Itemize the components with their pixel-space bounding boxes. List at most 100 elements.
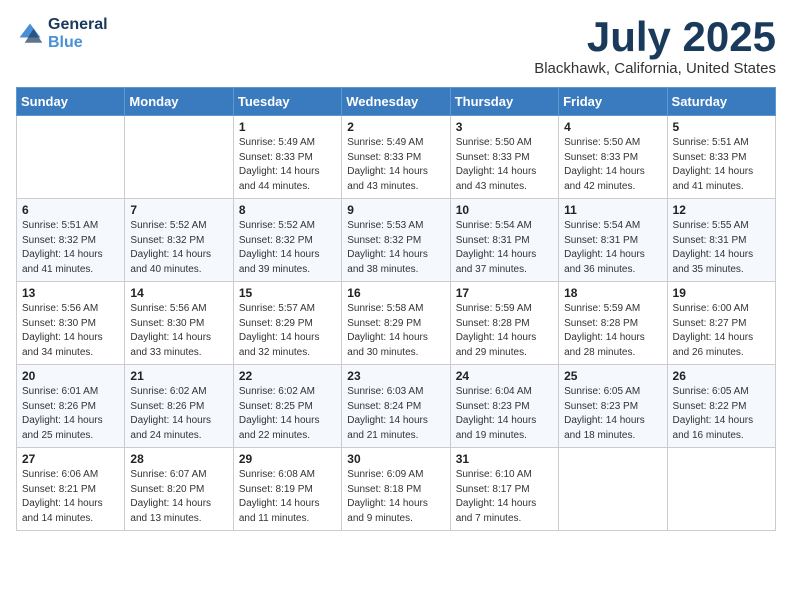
calendar-cell: 31 Sunrise: 6:10 AM Sunset: 8:17 PM Dayli… bbox=[450, 448, 558, 531]
day-info: Sunrise: 6:05 AM Sunset: 8:23 PM Dayligh… bbox=[564, 385, 661, 443]
title-block: July 2025 Blackhawk, California, United … bbox=[534, 16, 776, 77]
logo-text: General Blue bbox=[48, 16, 108, 52]
day-number: 15 bbox=[239, 286, 336, 300]
weekday-header-sunday: Sunday bbox=[17, 88, 125, 116]
calendar-cell: 28Sunrise: 6:07 AM Sunset: 8:20 PM Dayli… bbox=[125, 448, 233, 531]
day-info: Sunrise: 6:03 AM Sunset: 8:24 PM Dayligh… bbox=[347, 385, 444, 443]
calendar-cell: 29 Sunrise: 6:08 AM Sunset: 8:19 PM Dayli… bbox=[233, 448, 341, 531]
day-info: Sunrise: 5:50 AM Sunset: 8:33 PM Dayligh… bbox=[564, 136, 661, 194]
weekday-header-row: SundayMondayTuesdayWednesdayThursdayFrid… bbox=[17, 88, 776, 116]
weekday-header-saturday: Saturday bbox=[667, 88, 775, 116]
calendar-cell: 17Sunrise: 5:59 AM Sunset: 8:28 PM Dayli… bbox=[450, 282, 558, 365]
day-number: 13 bbox=[22, 286, 119, 300]
month-title: July 2025 bbox=[534, 16, 776, 58]
day-number: 27 bbox=[22, 452, 119, 466]
calendar-cell: 1Sunrise: 5:49 AM Sunset: 8:33 PM Daylig… bbox=[233, 116, 341, 199]
calendar-cell: 14 Sunrise: 5:56 AM Sunset: 8:30 PM Dayli… bbox=[125, 282, 233, 365]
day-info: Sunrise: 6:02 AM Sunset: 8:26 PM Dayligh… bbox=[130, 385, 227, 443]
day-number: 7 bbox=[130, 203, 227, 217]
day-info: Sunrise: 5:56 AM Sunset: 8:30 PM Dayligh… bbox=[130, 302, 227, 360]
calendar: SundayMondayTuesdayWednesdayThursdayFrid… bbox=[16, 87, 776, 531]
day-info: Sunrise: 6:01 AM Sunset: 8:26 PM Dayligh… bbox=[22, 385, 119, 443]
day-number: 4 bbox=[564, 120, 661, 134]
day-number: 21 bbox=[130, 369, 227, 383]
day-info: Sunrise: 5:51 AM Sunset: 8:32 PM Dayligh… bbox=[22, 219, 119, 277]
day-number: 8 bbox=[239, 203, 336, 217]
calendar-cell: 26 Sunrise: 6:05 AM Sunset: 8:22 PM Dayli… bbox=[667, 365, 775, 448]
calendar-cell: 20 Sunrise: 6:01 AM Sunset: 8:26 PM Dayli… bbox=[17, 365, 125, 448]
calendar-cell: 16 Sunrise: 5:58 AM Sunset: 8:29 PM Dayli… bbox=[342, 282, 450, 365]
calendar-cell: 4 Sunrise: 5:50 AM Sunset: 8:33 PM Daylig… bbox=[559, 116, 667, 199]
day-info: Sunrise: 5:54 AM Sunset: 8:31 PM Dayligh… bbox=[564, 219, 661, 277]
calendar-cell bbox=[559, 448, 667, 531]
day-info: Sunrise: 6:08 AM Sunset: 8:19 PM Dayligh… bbox=[239, 468, 336, 526]
logo: General Blue bbox=[16, 16, 108, 52]
day-number: 30 bbox=[347, 452, 444, 466]
day-info: Sunrise: 5:54 AM Sunset: 8:31 PM Dayligh… bbox=[456, 219, 553, 277]
day-info: Sunrise: 5:49 AM Sunset: 8:33 PM Dayligh… bbox=[347, 136, 444, 194]
weekday-header-tuesday: Tuesday bbox=[233, 88, 341, 116]
weekday-header-friday: Friday bbox=[559, 88, 667, 116]
day-info: Sunrise: 5:52 AM Sunset: 8:32 PM Dayligh… bbox=[239, 219, 336, 277]
day-number: 10 bbox=[456, 203, 553, 217]
calendar-cell: 15 Sunrise: 5:57 AM Sunset: 8:29 PM Dayli… bbox=[233, 282, 341, 365]
day-number: 29 bbox=[239, 452, 336, 466]
day-number: 28 bbox=[130, 452, 227, 466]
day-info: Sunrise: 5:58 AM Sunset: 8:29 PM Dayligh… bbox=[347, 302, 444, 360]
day-number: 6 bbox=[22, 203, 119, 217]
day-info: Sunrise: 6:04 AM Sunset: 8:23 PM Dayligh… bbox=[456, 385, 553, 443]
calendar-cell: 27Sunrise: 6:06 AM Sunset: 8:21 PM Dayli… bbox=[17, 448, 125, 531]
day-number: 25 bbox=[564, 369, 661, 383]
page-header: General Blue July 2025 Blackhawk, Califo… bbox=[16, 16, 776, 77]
day-info: Sunrise: 6:02 AM Sunset: 8:25 PM Dayligh… bbox=[239, 385, 336, 443]
day-info: Sunrise: 6:10 AM Sunset: 8:17 PM Dayligh… bbox=[456, 468, 553, 526]
calendar-cell: 8 Sunrise: 5:52 AM Sunset: 8:32 PM Daylig… bbox=[233, 199, 341, 282]
day-number: 19 bbox=[673, 286, 770, 300]
day-info: Sunrise: 5:50 AM Sunset: 8:33 PM Dayligh… bbox=[456, 136, 553, 194]
day-info: Sunrise: 5:52 AM Sunset: 8:32 PM Dayligh… bbox=[130, 219, 227, 277]
weekday-header-thursday: Thursday bbox=[450, 88, 558, 116]
day-info: Sunrise: 5:57 AM Sunset: 8:29 PM Dayligh… bbox=[239, 302, 336, 360]
week-row-2: 6 Sunrise: 5:51 AM Sunset: 8:32 PM Daylig… bbox=[17, 199, 776, 282]
weekday-header-wednesday: Wednesday bbox=[342, 88, 450, 116]
day-info: Sunrise: 6:05 AM Sunset: 8:22 PM Dayligh… bbox=[673, 385, 770, 443]
calendar-cell bbox=[17, 116, 125, 199]
day-number: 24 bbox=[456, 369, 553, 383]
day-number: 11 bbox=[564, 203, 661, 217]
week-row-5: 27Sunrise: 6:06 AM Sunset: 8:21 PM Dayli… bbox=[17, 448, 776, 531]
calendar-cell: 10 Sunrise: 5:54 AM Sunset: 8:31 PM Dayli… bbox=[450, 199, 558, 282]
calendar-cell: 2 Sunrise: 5:49 AM Sunset: 8:33 PM Daylig… bbox=[342, 116, 450, 199]
calendar-cell: 6 Sunrise: 5:51 AM Sunset: 8:32 PM Daylig… bbox=[17, 199, 125, 282]
week-row-4: 20 Sunrise: 6:01 AM Sunset: 8:26 PM Dayli… bbox=[17, 365, 776, 448]
day-number: 3 bbox=[456, 120, 553, 134]
day-number: 2 bbox=[347, 120, 444, 134]
day-number: 16 bbox=[347, 286, 444, 300]
calendar-cell: 18Sunrise: 5:59 AM Sunset: 8:28 PM Dayli… bbox=[559, 282, 667, 365]
calendar-cell: 3 Sunrise: 5:50 AM Sunset: 8:33 PM Daylig… bbox=[450, 116, 558, 199]
day-number: 14 bbox=[130, 286, 227, 300]
calendar-cell: 7 Sunrise: 5:52 AM Sunset: 8:32 PM Daylig… bbox=[125, 199, 233, 282]
day-number: 31 bbox=[456, 452, 553, 466]
weekday-header-monday: Monday bbox=[125, 88, 233, 116]
day-info: Sunrise: 5:55 AM Sunset: 8:31 PM Dayligh… bbox=[673, 219, 770, 277]
day-number: 17 bbox=[456, 286, 553, 300]
day-number: 20 bbox=[22, 369, 119, 383]
day-info: Sunrise: 5:56 AM Sunset: 8:30 PM Dayligh… bbox=[22, 302, 119, 360]
day-info: Sunrise: 6:00 AM Sunset: 8:27 PM Dayligh… bbox=[673, 302, 770, 360]
calendar-cell bbox=[667, 448, 775, 531]
day-number: 26 bbox=[673, 369, 770, 383]
day-info: Sunrise: 5:59 AM Sunset: 8:28 PM Dayligh… bbox=[564, 302, 661, 360]
logo-icon bbox=[16, 20, 44, 48]
calendar-cell: 12 Sunrise: 5:55 AM Sunset: 8:31 PM Dayli… bbox=[667, 199, 775, 282]
calendar-cell bbox=[125, 116, 233, 199]
day-info: Sunrise: 6:09 AM Sunset: 8:18 PM Dayligh… bbox=[347, 468, 444, 526]
calendar-cell: 21 Sunrise: 6:02 AM Sunset: 8:26 PM Dayli… bbox=[125, 365, 233, 448]
day-number: 23 bbox=[347, 369, 444, 383]
day-number: 12 bbox=[673, 203, 770, 217]
week-row-3: 13 Sunrise: 5:56 AM Sunset: 8:30 PM Dayli… bbox=[17, 282, 776, 365]
calendar-cell: 19 Sunrise: 6:00 AM Sunset: 8:27 PM Dayli… bbox=[667, 282, 775, 365]
calendar-cell: 22Sunrise: 6:02 AM Sunset: 8:25 PM Dayli… bbox=[233, 365, 341, 448]
day-info: Sunrise: 5:49 AM Sunset: 8:33 PM Dayligh… bbox=[239, 136, 336, 194]
day-info: Sunrise: 5:53 AM Sunset: 8:32 PM Dayligh… bbox=[347, 219, 444, 277]
location: Blackhawk, California, United States bbox=[534, 60, 776, 77]
